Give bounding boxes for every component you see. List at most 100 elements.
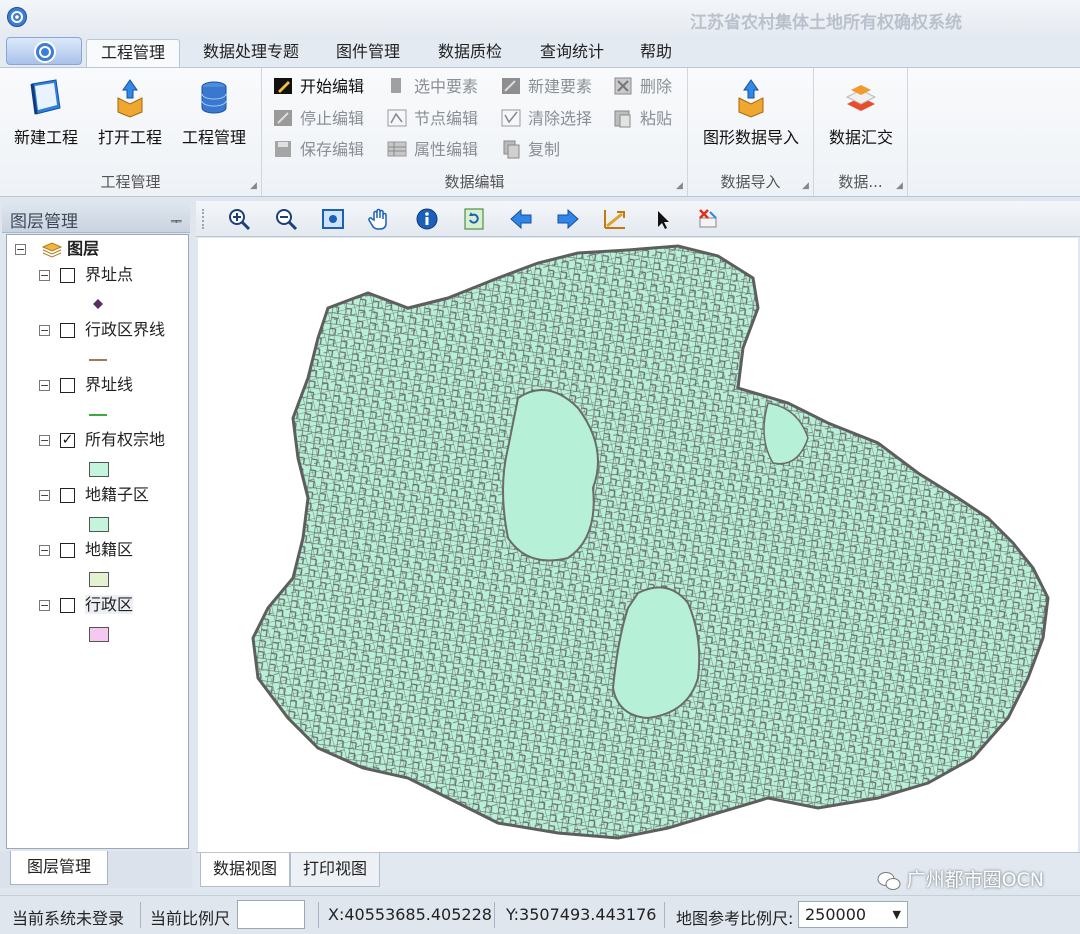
layer-checkbox[interactable] — [60, 598, 75, 613]
new-feature-icon — [502, 78, 520, 94]
delete-label: 删除 — [640, 77, 673, 96]
layer-checkbox[interactable] — [60, 268, 75, 283]
open-project-button[interactable]: 打开工程 — [90, 72, 170, 168]
select-pointer-icon[interactable] — [649, 206, 675, 232]
tab-data-quality[interactable]: 数据质检 — [424, 39, 516, 67]
graphic-import-label: 图形数据导入 — [702, 128, 799, 147]
current-scale-field[interactable] — [237, 900, 305, 929]
refresh-icon[interactable] — [461, 206, 487, 232]
forward-arrow-icon[interactable] — [555, 206, 581, 232]
delete-button[interactable]: 删除 — [612, 72, 672, 102]
group-launcher-icon[interactable]: ◢ — [250, 182, 258, 191]
graphic-import-button[interactable]: 图形数据导入 — [694, 72, 808, 168]
vertex-edit-button[interactable]: 节点编辑 — [386, 104, 478, 134]
layer-item-boundary-line[interactable]: − 界址线 — [39, 373, 133, 397]
full-extent-icon[interactable] — [320, 206, 346, 232]
data-submit-button[interactable]: 数据汇交 — [820, 72, 902, 168]
layer-checkbox-checked[interactable]: ✓ — [60, 433, 75, 448]
tab-help[interactable]: 帮助 — [628, 39, 684, 67]
layer-checkbox[interactable] — [60, 378, 75, 393]
layer-checkbox[interactable] — [60, 323, 75, 338]
application-menu-button[interactable] — [6, 37, 82, 65]
save-edit-button[interactable]: 保存编辑 — [272, 135, 364, 165]
layer-tree-root[interactable]: − 图层 — [15, 237, 99, 261]
back-arrow-icon[interactable] — [508, 206, 534, 232]
group-launcher-icon[interactable]: ◢ — [802, 182, 810, 191]
ribbon-group-edit: 开始编辑 停止编辑 保存编辑 选中要素 节点编辑 属性编辑 新建要素 清除选择 — [262, 68, 688, 196]
status-bar: 当前系统未登录 当前比例尺 X:40553685.405228 Y:350749… — [0, 895, 1080, 934]
tab-map-management[interactable]: 图件管理 — [322, 39, 414, 67]
ribbon-group-project: 新建工程 打开工程 工程管理 工程管理 ◢ — [0, 68, 262, 196]
clear-selection-button[interactable]: 清除选择 — [500, 104, 592, 134]
pin-icon[interactable]: ᆍ — [170, 211, 182, 230]
chevron-down-icon[interactable]: ▼ — [893, 902, 901, 927]
fill-symbol — [89, 462, 109, 477]
group-launcher-icon[interactable]: ◢ — [896, 182, 904, 191]
layer-item-ownership-parcel[interactable]: − ✓ 所有权宗地 — [39, 428, 165, 452]
stop-edit-button[interactable]: 停止编辑 — [272, 104, 364, 134]
layer-panel-tabbar: 图层管理 — [0, 851, 192, 888]
map-canvas[interactable] — [198, 238, 1078, 852]
x-coordinate: X:40553685.405228 — [328, 905, 492, 924]
tab-data-processing[interactable]: 数据处理专题 — [192, 39, 310, 67]
zoom-in-icon[interactable] — [226, 206, 252, 232]
open-project-label: 打开工程 — [97, 128, 162, 147]
pan-hand-icon[interactable] — [367, 206, 393, 232]
clear-icon[interactable] — [696, 206, 722, 232]
attribute-edit-button[interactable]: 属性编辑 — [386, 135, 478, 165]
fill-symbol — [89, 572, 109, 587]
brand-watermark-text: 广州都市圈OCN — [906, 869, 1044, 891]
ribbon-group-label: 数据导入 — [720, 173, 781, 191]
status-separator — [494, 902, 495, 928]
select-feature-button[interactable]: 选中要素 — [386, 72, 478, 102]
layer-label: 行政区界线 — [85, 320, 166, 339]
vertex-edit-label: 节点编辑 — [414, 109, 479, 128]
collapse-icon[interactable]: − — [39, 435, 50, 446]
collapse-icon[interactable]: − — [39, 380, 50, 391]
save-icon — [275, 141, 291, 157]
layer-item-cadastral-subzone[interactable]: − 地籍子区 — [39, 483, 149, 507]
group-launcher-icon[interactable]: ◢ — [676, 182, 684, 191]
parcel-map[interactable] — [198, 238, 1078, 852]
layers-icon — [41, 241, 63, 258]
login-status: 当前系统未登录 — [12, 909, 125, 928]
zoom-out-icon[interactable] — [273, 206, 299, 232]
stop-edit-label: 停止编辑 — [300, 109, 365, 128]
attribute-table-icon — [387, 141, 407, 157]
collapse-icon[interactable]: − — [39, 545, 50, 556]
reference-scale-select[interactable]: 250000 ▼ — [798, 901, 908, 928]
collapse-icon[interactable]: − — [15, 244, 26, 255]
paste-button[interactable]: 粘贴 — [612, 104, 672, 134]
tab-project-management[interactable]: 工程管理 — [86, 39, 180, 67]
measure-icon[interactable] — [602, 206, 628, 232]
ribbon-tab-row: 工程管理 数据处理专题 图件管理 数据质检 查询统计 帮助 — [0, 34, 1080, 67]
line-symbol — [89, 359, 107, 361]
collapse-icon[interactable]: − — [39, 325, 50, 336]
collapse-icon[interactable]: − — [39, 490, 50, 501]
layer-item-admin-district[interactable]: − 行政区 — [39, 593, 134, 617]
new-project-button[interactable]: 新建工程 — [6, 72, 86, 168]
collapse-icon[interactable]: − — [39, 600, 50, 611]
identify-info-icon[interactable] — [414, 206, 440, 232]
tab-query-statistics[interactable]: 查询统计 — [526, 39, 618, 67]
layer-item-admin-boundary-line[interactable]: − 行政区界线 — [39, 318, 165, 342]
layer-item-boundary-point[interactable]: − 界址点 — [39, 263, 133, 287]
notebook-icon — [30, 79, 61, 115]
new-feature-button[interactable]: 新建要素 — [500, 72, 592, 102]
layer-panel-title: 图层管理 — [10, 212, 78, 232]
layer-checkbox[interactable] — [60, 543, 75, 558]
tab-print-view[interactable]: 打印视图 — [290, 853, 380, 887]
toolbar-grip[interactable] — [202, 209, 206, 229]
large-parcel-north — [502, 389, 599, 562]
tab-layer-management[interactable]: 图层管理 — [10, 851, 108, 885]
tab-data-view[interactable]: 数据视图 — [200, 853, 290, 887]
copy-button[interactable]: 复制 — [500, 135, 560, 165]
layer-item-cadastral-zone[interactable]: − 地籍区 — [39, 538, 133, 562]
pencil-icon — [274, 78, 292, 94]
manage-project-button[interactable]: 工程管理 — [174, 72, 254, 168]
layer-checkbox[interactable] — [60, 488, 75, 503]
app-logo-icon[interactable] — [6, 6, 28, 28]
start-edit-button[interactable]: 开始编辑 — [272, 72, 364, 102]
collapse-icon[interactable]: − — [39, 270, 50, 281]
window-title: 江苏省农村集体土地所有权确权系统 — [690, 13, 962, 33]
